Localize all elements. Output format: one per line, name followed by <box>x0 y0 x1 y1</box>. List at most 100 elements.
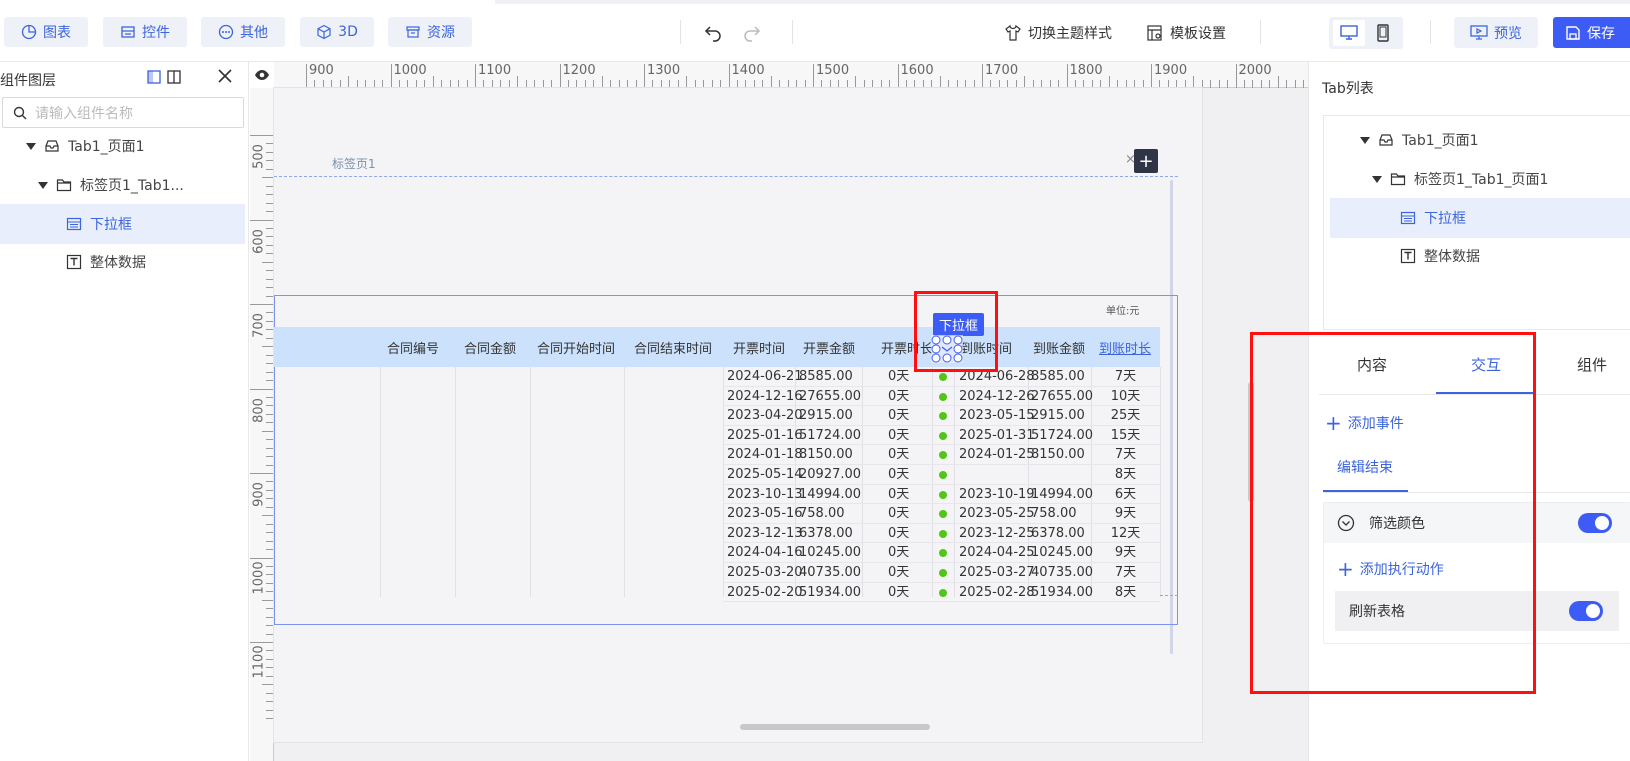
ruler-tick <box>508 80 510 88</box>
table-cell: 8585.00 <box>1031 369 1085 384</box>
ruler-tick <box>266 447 274 449</box>
table-cell: 2024-04-25 <box>959 545 1035 561</box>
tab-border <box>274 176 1178 177</box>
column-header[interactable]: 合同金额 <box>452 327 528 367</box>
column-header[interactable]: 合同编号 <box>374 327 452 367</box>
other-button[interactable]: 其他 <box>201 17 285 47</box>
column-header[interactable]: 合同结束时间 <box>624 327 722 367</box>
event-toggle[interactable] <box>1578 513 1612 533</box>
ruler-tick <box>863 80 865 88</box>
ruler-tick <box>266 185 274 187</box>
layer-item-dropdown[interactable]: 下拉框 <box>0 204 245 244</box>
tab-add-button[interactable]: + <box>1134 149 1158 173</box>
ruler-tick <box>262 599 274 601</box>
ruler-tick <box>728 64 730 88</box>
ruler-tick <box>779 80 781 88</box>
archive-icon <box>406 26 420 38</box>
split-right-icon[interactable] <box>167 70 181 84</box>
horizontal-scrollbar[interactable] <box>740 724 930 730</box>
ruler-tick <box>266 143 274 145</box>
action-toggle[interactable] <box>1569 601 1603 621</box>
column-header[interactable]: 开票金额 <box>796 327 862 367</box>
table-cell: 40735.00 <box>1031 565 1094 580</box>
resource-button[interactable]: 资源 <box>388 17 472 47</box>
device-switch <box>1329 17 1403 49</box>
ruler-tick <box>1252 80 1254 88</box>
ruler-tick <box>1142 80 1144 88</box>
top-toolbar: 图表 控件 其他 3D 资源 切换主题样式 模板设置 预览 保存 <box>0 0 1630 62</box>
ruler-tick <box>914 80 916 88</box>
table-cell: 27655.00 <box>1031 388 1094 404</box>
ruler-tick <box>266 540 274 542</box>
pie-chart-icon <box>21 24 37 40</box>
column-header-link[interactable]: 到账时长 <box>1090 327 1160 367</box>
widget-button-label: 控件 <box>142 25 170 41</box>
ruler-tick <box>266 270 274 272</box>
ruler-label: 1800 <box>1069 63 1103 78</box>
ruler-tick <box>838 80 840 88</box>
split-left-icon[interactable] <box>147 70 161 84</box>
redo-icon[interactable] <box>742 22 762 42</box>
table-cell: 0天 <box>888 369 910 384</box>
table-cell: 10245.00 <box>1031 545 1094 561</box>
ruler-tick <box>266 506 274 508</box>
desktop-view-button[interactable] <box>1333 20 1365 46</box>
dropdown-widget-handle[interactable] <box>931 335 963 363</box>
table-cell: 14994.00 <box>799 486 862 502</box>
ruler-tick <box>398 80 400 88</box>
ruler-tick <box>1260 80 1262 88</box>
column-header[interactable]: 到账金额 <box>1028 327 1090 367</box>
tab-label[interactable]: 标签页1 <box>332 155 376 172</box>
ruler-tick <box>266 194 274 196</box>
caret-down-icon <box>38 181 48 189</box>
ruler-tick <box>1176 80 1178 88</box>
layer-item-overall-data[interactable]: 整体数据 <box>0 242 245 282</box>
tab-component[interactable]: 组件 <box>1577 354 1607 375</box>
chart-button[interactable]: 图表 <box>4 17 88 47</box>
ruler-tick <box>998 80 1000 88</box>
ruler-tick <box>458 80 460 88</box>
layer-item-tab-group[interactable]: 标签页1_Tab1... <box>0 165 245 205</box>
table-cell: 2023-05-15 <box>959 408 1035 424</box>
text-component-icon <box>66 254 82 270</box>
component-search-input[interactable]: 请输入组件名称 <box>2 97 244 128</box>
table-cell: 0天 <box>888 388 910 404</box>
ruler-corner[interactable] <box>250 62 274 88</box>
table-cell: 7天 <box>1114 369 1137 384</box>
ruler-tick <box>483 80 485 88</box>
ruler-tick <box>266 244 274 246</box>
3d-button[interactable]: 3D <box>300 17 374 47</box>
template-settings-button[interactable]: 模板设置 <box>1146 20 1226 46</box>
layer-item-tab1-page1[interactable]: Tab1_页面1 <box>0 126 245 166</box>
mobile-view-button[interactable] <box>1367 20 1399 46</box>
save-button[interactable]: 保存 <box>1553 17 1630 48</box>
ruler-tick <box>266 227 274 229</box>
divider <box>792 20 793 44</box>
close-icon[interactable] <box>218 69 232 83</box>
ruler-tick <box>669 80 671 88</box>
tab-tree-item[interactable]: 整体数据 <box>1324 236 1630 276</box>
status-dot <box>939 529 947 538</box>
ruler-tick <box>1286 80 1288 88</box>
preview-button[interactable]: 预览 <box>1454 17 1538 48</box>
tab-tree-item-selected[interactable]: 下拉框 <box>1330 198 1630 238</box>
ruler-tick <box>266 380 274 382</box>
ruler-label: 1500 <box>816 63 850 78</box>
tab-tree-item[interactable]: Tab1_页面1 <box>1324 120 1630 160</box>
tab-tree-label: Tab1_页面1 <box>1402 133 1479 149</box>
column-header[interactable]: 开票时间 <box>722 327 796 367</box>
divider <box>1430 20 1431 44</box>
table-cell: 27655.00 <box>799 388 862 404</box>
table-cell: 2915.00 <box>799 408 853 424</box>
dropdown-badge[interactable]: 下拉框 <box>933 313 985 336</box>
ruler-tick <box>1074 80 1076 88</box>
table-cell: 10天 <box>1110 388 1141 404</box>
column-header[interactable]: 合同开始时间 <box>528 327 624 367</box>
ruler-tick <box>266 337 274 339</box>
tab-tree-item[interactable]: 标签页1_Tab1_页面1 <box>1324 159 1630 199</box>
widget-button[interactable]: 控件 <box>103 17 187 47</box>
table-cell: 2024-12-16 <box>727 388 803 404</box>
switch-theme-button[interactable]: 切换主题样式 <box>1004 20 1112 46</box>
undo-icon[interactable] <box>703 22 723 42</box>
table-cell: 8150.00 <box>799 447 853 463</box>
